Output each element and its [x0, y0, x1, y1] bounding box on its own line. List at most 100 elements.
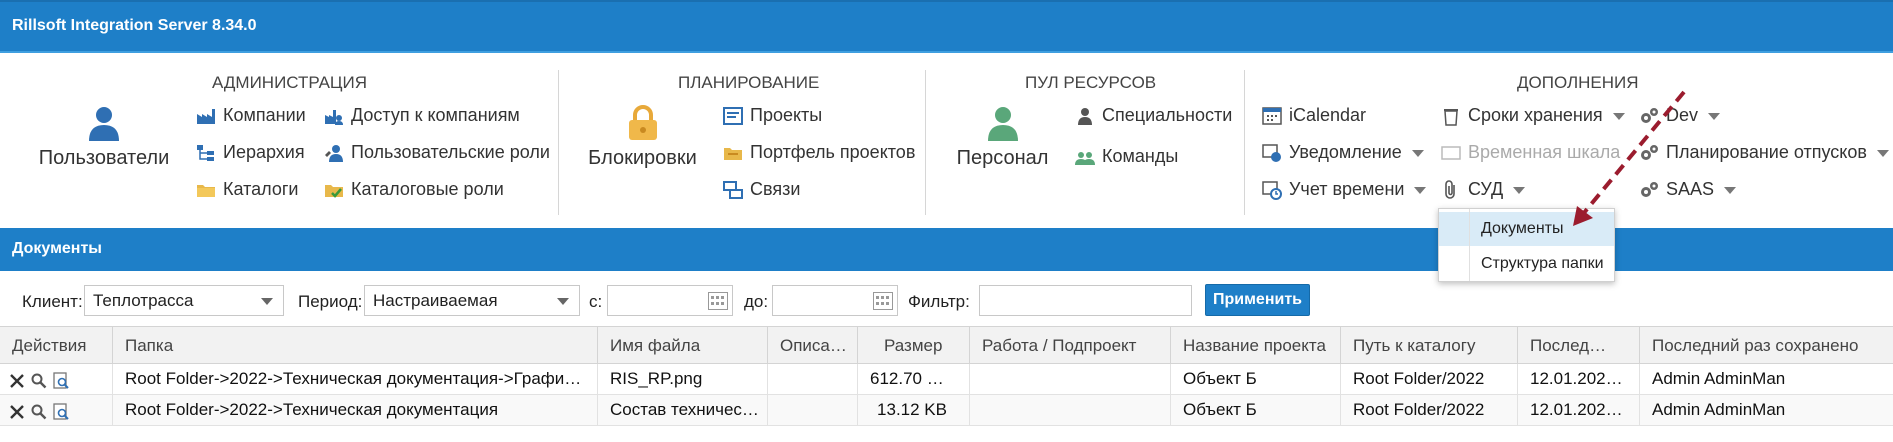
column-header-work[interactable]: Работа / Подпроект	[970, 327, 1171, 365]
time-tracking-icon	[1262, 180, 1282, 200]
period-label: Период:	[298, 292, 363, 311]
group-title-addons: ДОПОЛНЕНИЯ	[1517, 73, 1639, 92]
menu-item-retention[interactable]: Сроки хранения	[1441, 105, 1625, 126]
menu-item-folder-structure[interactable]: Структура папки	[1439, 247, 1614, 281]
menu-item-sud[interactable]: СУД	[1441, 179, 1526, 200]
links-label: Связи	[750, 179, 801, 199]
apply-button[interactable]: Применить	[1205, 284, 1310, 316]
menu-item-projects[interactable]: Проекты	[723, 105, 822, 126]
preview-icon[interactable]	[52, 401, 70, 425]
notification-icon	[1262, 143, 1281, 162]
search-icon[interactable]	[30, 370, 48, 394]
filter-input[interactable]	[979, 285, 1192, 316]
calendar-icon[interactable]	[708, 292, 728, 310]
chevron-down-icon	[1411, 150, 1424, 157]
search-icon[interactable]	[30, 401, 48, 425]
specialty-icon	[1078, 107, 1092, 125]
cell-last-saved: Admin AdminMan	[1652, 400, 1786, 419]
client-select[interactable]: Теплотрасса	[84, 285, 284, 316]
dev-label: Dev	[1666, 105, 1699, 125]
menu-item-catalog-roles[interactable]: Каталоговые роли	[324, 179, 504, 200]
column-header-description[interactable]: Описа…	[768, 327, 858, 365]
delete-icon[interactable]	[8, 401, 26, 425]
trash-icon	[1444, 108, 1458, 126]
company-access-label: Доступ к компаниям	[351, 105, 520, 125]
staff-button[interactable]: Персонал	[950, 105, 1055, 170]
menu-item-company-access[interactable]: Доступ к компаниям	[324, 105, 520, 126]
sud-dropdown-menu: Документы Структура папки	[1438, 208, 1615, 282]
chevron-down-icon	[261, 298, 273, 305]
cell-size: 13.12 KB	[858, 395, 970, 425]
column-header-catalog-path[interactable]: Путь к каталогу	[1341, 327, 1518, 365]
specialties-label: Специальности	[1102, 105, 1233, 125]
period-value: Настраиваемая	[373, 291, 498, 310]
teams-icon	[1075, 151, 1095, 165]
menu-item-notification[interactable]: Уведомление	[1262, 142, 1424, 163]
menu-item-user-roles[interactable]: Пользовательские роли	[324, 142, 550, 163]
grid-header: Действия Папка Имя файла Описа… Размер Р…	[0, 326, 1893, 365]
date-to-input[interactable]	[772, 285, 898, 316]
chevron-down-icon	[1414, 187, 1427, 194]
timeline-icon	[1441, 145, 1461, 160]
period-select[interactable]: Настраиваемая	[364, 285, 580, 316]
user-icon	[89, 107, 119, 141]
column-header-project-name[interactable]: Название проекта	[1171, 327, 1341, 365]
row-actions	[0, 395, 113, 425]
menu-item-documents[interactable]: Документы	[1439, 212, 1614, 246]
cell-catalog-path: Root Folder/2022	[1341, 395, 1518, 425]
group-divider	[925, 70, 926, 215]
date-from-label: с:	[589, 292, 603, 311]
menu-item-specialties[interactable]: Специальности	[1075, 105, 1232, 126]
gears-icon	[1641, 107, 1658, 123]
cell-size: 612.70 KB	[858, 364, 970, 394]
column-header-actions[interactable]: Действия	[0, 327, 113, 365]
chevron-down-icon	[1876, 150, 1889, 157]
saas-label: SAAS	[1666, 179, 1715, 199]
table-row[interactable]: Root Folder->2022->Техническая документа…	[0, 364, 1893, 395]
portfolio-label: Портфель проектов	[750, 142, 916, 162]
column-header-size[interactable]: Размер	[858, 327, 970, 365]
menu-item-icalendar[interactable]: iCalendar	[1262, 105, 1366, 126]
column-header-last-saved[interactable]: Последний раз сохранено	[1640, 327, 1893, 365]
date-from-input[interactable]	[607, 285, 733, 316]
projects-icon	[723, 106, 743, 125]
retention-label: Сроки хранения	[1468, 105, 1603, 125]
chevron-down-icon	[1513, 187, 1526, 194]
filter-label: Фильтр:	[908, 292, 970, 311]
menu-item-dev[interactable]: Dev	[1639, 105, 1721, 126]
menu-item-catalogs[interactable]: Каталоги	[196, 179, 299, 200]
preview-icon[interactable]	[52, 370, 70, 394]
chevron-down-icon	[1708, 113, 1721, 120]
locks-button[interactable]: Блокировки	[585, 105, 700, 170]
companies-label: Компании	[223, 105, 306, 125]
menu-item-vacation-planning[interactable]: Планирование отпусков	[1639, 142, 1889, 163]
column-header-file-name[interactable]: Имя файла	[598, 327, 768, 365]
menu-item-hierarchy[interactable]: Иерархия	[196, 142, 305, 163]
cell-file-name[interactable]: Состав техничес…	[598, 395, 768, 425]
cell-catalog-path: Root Folder/2022	[1341, 364, 1518, 394]
calendar-icon	[1262, 106, 1282, 125]
table-row[interactable]: Root Folder->2022->Техническая документа…	[0, 395, 1893, 426]
delete-icon[interactable]	[8, 370, 26, 394]
group-divider	[1244, 70, 1245, 215]
cell-project-name: Объект Б	[1171, 395, 1341, 425]
column-header-last[interactable]: Послед…	[1518, 327, 1640, 365]
cell-folder: Root Folder->2022->Техническая документа…	[113, 395, 598, 425]
calendar-icon[interactable]	[873, 292, 893, 310]
menu-item-links[interactable]: Связи	[723, 179, 800, 200]
catalogs-label: Каталоги	[223, 179, 299, 199]
column-header-folder[interactable]: Папка	[113, 327, 598, 365]
locks-label: Блокировки	[588, 147, 697, 169]
menu-item-portfolio[interactable]: Портфель проектов	[723, 142, 915, 163]
menu-item-timeline[interactable]: Временная шкала	[1441, 142, 1620, 163]
users-button[interactable]: Пользователи	[38, 105, 170, 170]
notification-label: Уведомление	[1289, 142, 1402, 162]
menu-item-time-tracking[interactable]: Учет времени	[1262, 179, 1427, 200]
menu-item-saas[interactable]: SAAS	[1639, 179, 1737, 200]
menu-item-teams[interactable]: Команды	[1075, 146, 1178, 167]
hierarchy-icon	[197, 144, 214, 161]
cell-file-name[interactable]: RIS_RP.png	[598, 364, 768, 394]
menu-item-companies[interactable]: Компании	[196, 105, 306, 126]
vacation-planning-label: Планирование отпусков	[1666, 142, 1867, 162]
cell-description	[768, 395, 858, 425]
